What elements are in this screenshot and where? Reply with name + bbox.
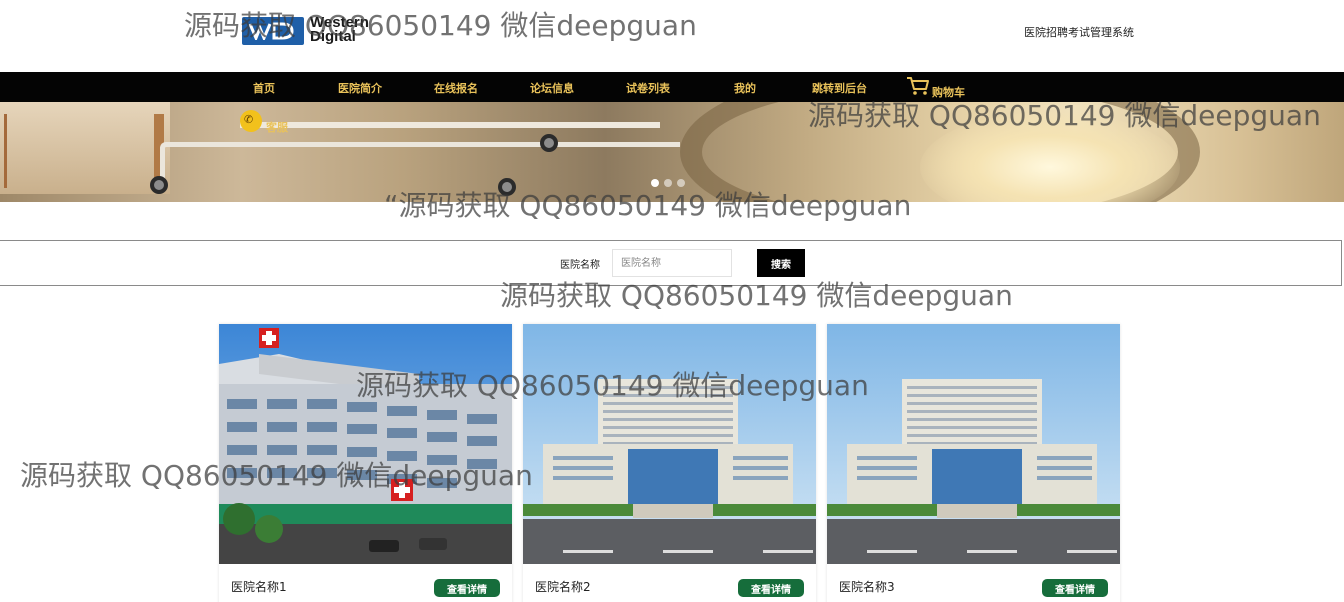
banner-cabinet [0, 102, 170, 194]
hospital-name: 医院名称1 [231, 580, 287, 594]
customer-service-label: 客服 [266, 121, 288, 134]
view-details-button[interactable]: 查看详情 [434, 579, 500, 597]
logo[interactable]: Western Digital [240, 14, 385, 48]
banner-wheel [540, 134, 558, 152]
hospital-image[interactable] [219, 324, 512, 564]
banner-bed-rail-top [240, 102, 660, 128]
carousel-dot-1[interactable] [651, 179, 659, 187]
search-input[interactable] [612, 249, 732, 277]
hospital-image[interactable] [523, 324, 816, 564]
hospital-name: 医院名称3 [839, 580, 895, 594]
logo-text: Western Digital [310, 15, 369, 45]
cart-label: 购物车 [932, 86, 965, 99]
nav-item-forum[interactable]: 论坛信息 [530, 80, 574, 96]
hospital-card[interactable]: 医院名称1 查看详情 [219, 324, 512, 602]
view-details-button[interactable]: 查看详情 [738, 579, 804, 597]
site-title: 医院招聘考试管理系统 [1024, 26, 1134, 39]
main-nav: 首页 医院简介 在线报名 论坛信息 试卷列表 我的 跳转到后台 购物车 [0, 72, 1344, 102]
carousel-indicators [650, 179, 690, 189]
carousel-dot-3[interactable] [677, 179, 685, 187]
logo-text-line2: Digital [310, 28, 356, 45]
hospital-image[interactable] [827, 324, 1120, 564]
banner-carousel[interactable]: ✆ 客服 [0, 102, 1344, 202]
hospital-name: 医院名称2 [535, 580, 591, 594]
wechat-icon: ✆ [240, 110, 262, 132]
nav-item-exam-list[interactable]: 试卷列表 [626, 80, 670, 96]
banner-drawer [4, 114, 164, 188]
nav-item-mine[interactable]: 我的 [734, 80, 756, 96]
nav-item-home[interactable]: 首页 [253, 80, 275, 96]
carousel-dot-2[interactable] [664, 179, 672, 187]
logo-mark [242, 17, 304, 45]
site-header: Western Digital 医院招聘考试管理系统 [0, 0, 1344, 72]
banner-bed-rail [160, 142, 680, 186]
hospital-card[interactable]: 医院名称3 查看详情 [827, 324, 1120, 602]
hospital-card[interactable]: 医院名称2 查看详情 [523, 324, 816, 602]
nav-item-admin[interactable]: 跳转到后台 [812, 80, 867, 96]
search-button[interactable]: 搜索 [757, 249, 805, 277]
banner-wheel [498, 178, 516, 196]
nav-item-hospital-intro[interactable]: 医院简介 [338, 80, 382, 96]
nav-item-online-registration[interactable]: 在线报名 [434, 80, 478, 96]
banner-wheel [150, 176, 168, 194]
shopping-cart-icon [907, 77, 929, 95]
view-details-button[interactable]: 查看详情 [1042, 579, 1108, 597]
search-label: 医院名称 [560, 260, 600, 271]
